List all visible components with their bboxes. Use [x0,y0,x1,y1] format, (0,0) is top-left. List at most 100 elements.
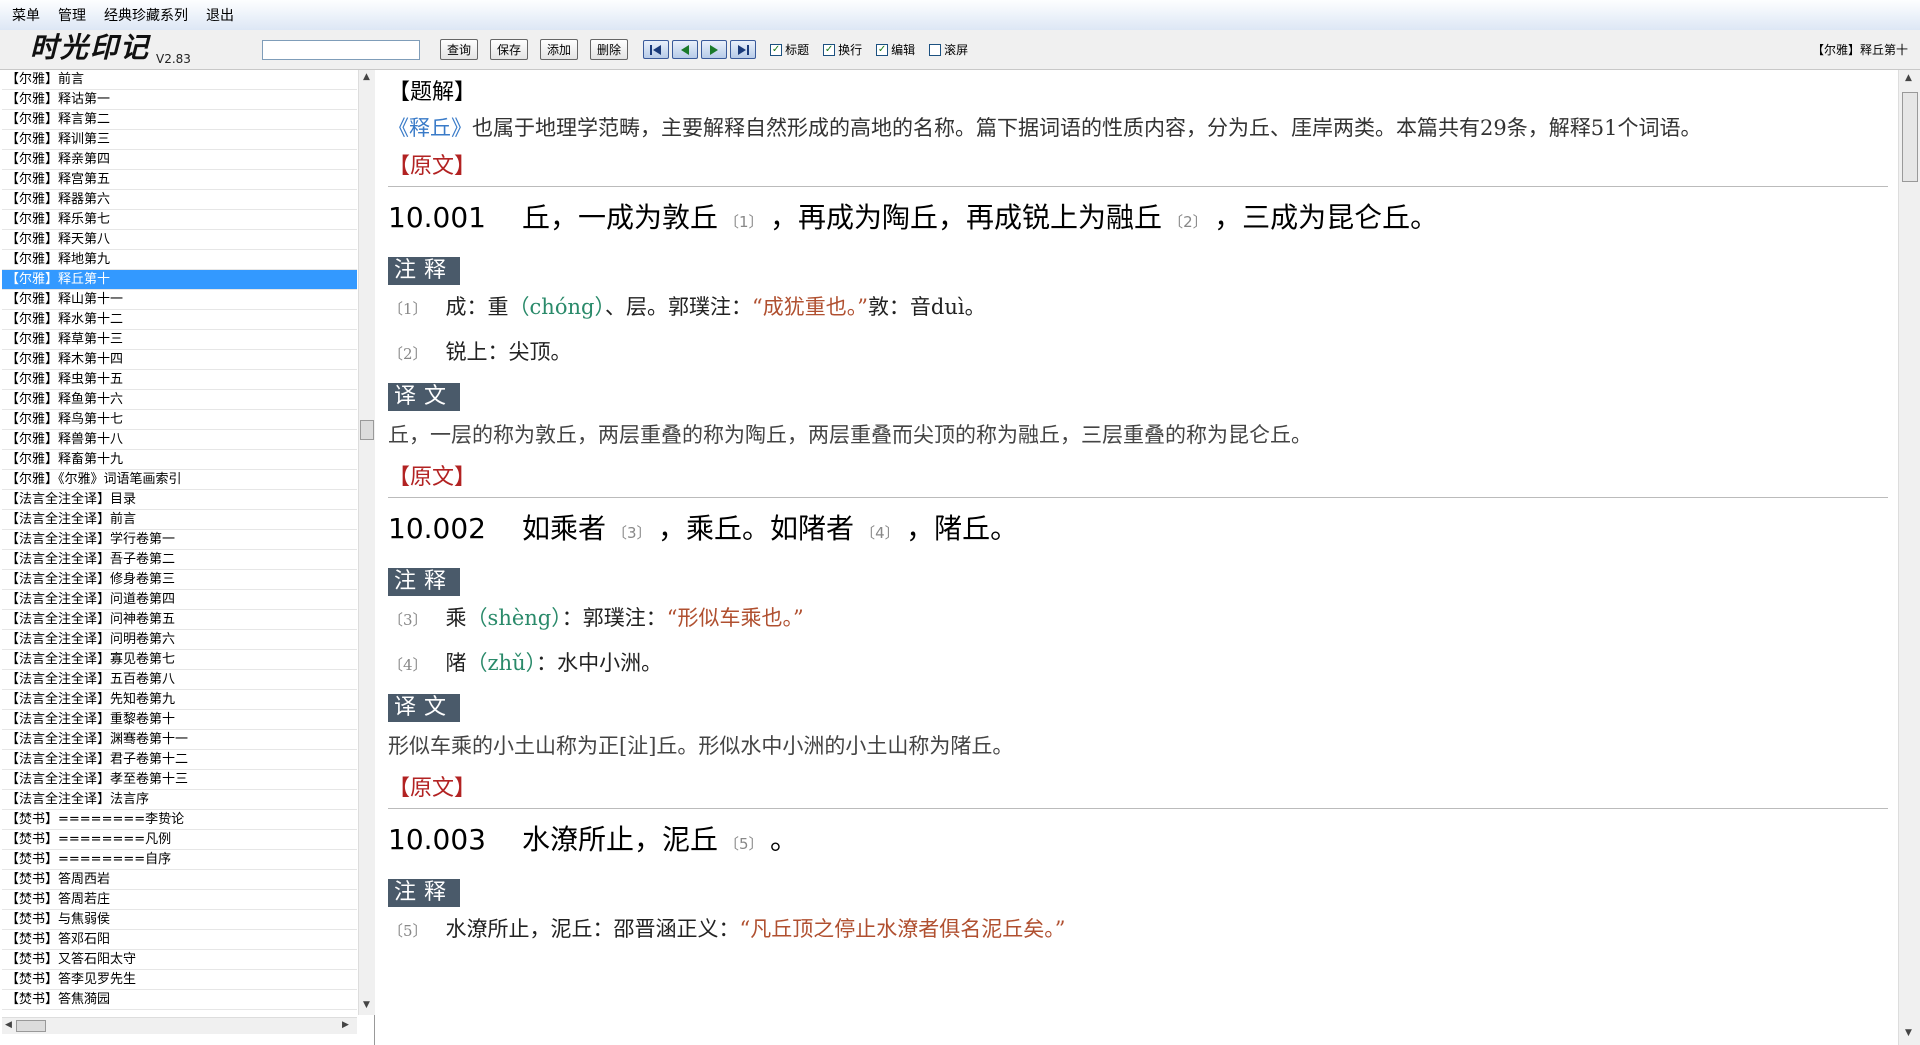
checkbox-wrap[interactable]: ✓ 换行 [823,41,862,58]
note-quote: “成犹重也。” [751,295,868,319]
chapter-list-item[interactable]: 【法言全注全译】渊骞卷第十一 [2,730,357,750]
chapter-list-item[interactable]: 【尔雅】释地第九 [2,250,357,270]
chapter-list-item[interactable]: 【尔雅】释兽第十八 [2,430,357,450]
checkbox-edit[interactable]: ✓ 编辑 [876,41,915,58]
chapter-list-item[interactable]: 【尔雅】释训第三 [2,130,357,150]
original-heading: 【原文】 [388,465,477,490]
chapter-list-item[interactable]: 【尔雅】释言第二 [2,110,357,130]
checkbox-title[interactable]: ✓ 标题 [770,41,809,58]
note-pinyin: （chóng） [508,295,605,319]
chapter-list-item[interactable]: 【法言全注全译】修身卷第三 [2,570,357,590]
chapter-list-item[interactable]: 【焚书】========李贽论 [2,810,357,830]
checkbox-title-label: 标题 [785,43,810,57]
chapter-list-item[interactable]: 【尔雅】释鱼第十六 [2,390,357,410]
original-heading: 【原文】 [388,776,477,801]
chapter-list-item[interactable]: 【法言全注全译】先知卷第九 [2,690,357,710]
chapter-list-item[interactable]: 【焚书】与焦弱侯 [2,910,357,930]
chapter-list-item[interactable]: 【尔雅】释亲第四 [2,150,357,170]
chapter-list-item[interactable]: 【法言全注全译】前言 [2,510,357,530]
checkbox-scroll[interactable]: 滚屏 [929,41,968,58]
chapter-list-item[interactable]: 【尔雅】释山第十一 [2,290,357,310]
chapter-list-item[interactable]: 【尔雅】释木第十四 [2,350,357,370]
chapter-list-item[interactable]: 【尔雅】释器第六 [2,190,357,210]
chapter-list-item[interactable]: 【尔雅】释虫第十五 [2,370,357,390]
chapter-list-item[interactable]: 【法言全注全译】五百卷第八 [2,670,357,690]
chapter-list-item[interactable]: 【尔雅】释畜第十九 [2,450,357,470]
save-button[interactable]: 保存 [490,39,529,60]
chapter-list-item[interactable]: 【法言全注全译】法言序 [2,790,357,810]
last-page-icon [738,44,750,55]
scroll-down-icon[interactable]: ▼ [363,1000,370,1010]
checkbox-wrap-box[interactable]: ✓ [823,43,836,56]
note-number: 〔2〕 [388,345,428,363]
chapter-list-item[interactable]: 【焚书】答焦漪园 [2,990,357,1010]
chapter-list-item[interactable]: 【法言全注全译】问道卷第四 [2,590,357,610]
translation-label: 译文 [388,694,461,722]
note-text: 乘 [445,606,467,630]
chapter-list-item[interactable]: 【尔雅】释水第十二 [2,310,357,330]
note-quote: “凡丘顶之停止水潦者俱名泥丘矣。” [739,917,1066,941]
content-scroll-down-icon[interactable]: ▼ [1905,1028,1912,1038]
chapter-list-item[interactable]: 【焚书】答周西岩 [2,870,357,890]
chapter-list-item[interactable]: 【法言全注全译】寡见卷第七 [2,650,357,670]
checkbox-edit-box[interactable]: ✓ [876,43,889,56]
intro-text: 《释丘》也属于地理学范畴，主要解释自然形成的高地的名称。篇下据词语的性质内容，分… [388,112,1888,144]
content-scroll-thumb[interactable] [1902,92,1918,182]
chapter-list-item[interactable]: 【尔雅】释丘第十 [2,270,357,290]
chapter-list-item[interactable]: 【法言全注全译】问神卷第五 [2,610,357,630]
chapter-list-item[interactable]: 【法言全注全译】目录 [2,490,357,510]
chapter-list-item[interactable]: 【焚书】答周若庄 [2,890,357,910]
chapter-list-item[interactable]: 【尔雅】释乐第七 [2,210,357,230]
menu-item-exit[interactable]: 退出 [200,3,240,27]
chapter-list-item[interactable]: 【焚书】========自序 [2,850,357,870]
sidebar-horizontal-scrollbar[interactable]: ◀ ▶ [2,1017,357,1034]
chapter-list-item[interactable]: 【法言全注全译】学行卷第一 [2,530,357,550]
first-page-button[interactable] [643,40,670,59]
translation-label: 译文 [388,383,461,411]
reading-pane[interactable]: 【题解】 《释丘》也属于地理学范畴，主要解释自然形成的高地的名称。篇下据词语的性… [378,70,1898,1045]
add-button[interactable]: 添加 [540,39,579,60]
chapter-list: 【尔雅】前言 【尔雅】释诂第一 【尔雅】释言第二 【尔雅】释训第三 【尔雅】释亲第四 【尔… [2,70,357,1015]
toolbar: 时光印记 V2.83 查询 保存 添加 删除 ✓ 标题 ✓ 换行 ✓ 编辑 滚屏… [0,30,1920,70]
content-scroll-up-icon[interactable]: ▲ [1905,73,1912,83]
chapter-list-item[interactable]: 【尔雅】释草第十三 [2,330,357,350]
sidebar-scroll-thumb[interactable] [360,420,374,440]
scroll-up-icon[interactable]: ▲ [363,72,370,82]
checkbox-edit-label: 编辑 [891,43,916,57]
chapter-list-item[interactable]: 【法言全注全译】吾子卷第二 [2,550,357,570]
chapter-list-item[interactable]: 【法言全注全译】问明卷第六 [2,630,357,650]
search-input[interactable] [262,39,420,60]
note-item: 〔5〕 水潦所止，泥丘：邵晋涵正义：“凡丘顶之停止水潦者俱名泥丘矣。” [388,907,1898,952]
delete-button[interactable]: 删除 [590,39,629,60]
sidebar-vertical-scrollbar[interactable]: ▲ ▼ [358,70,375,1015]
chapter-list-item[interactable]: 【法言全注全译】君子卷第十二 [2,750,357,770]
scroll-left-icon[interactable]: ◀ [5,1020,12,1030]
chapter-list-item[interactable]: 【尔雅】前言 [2,70,357,90]
next-page-button[interactable] [701,40,728,59]
query-button[interactable]: 查询 [440,39,479,60]
chapter-list-item[interactable]: 【尔雅】释鸟第十七 [2,410,357,430]
sidebar-hscroll-thumb[interactable] [16,1020,46,1032]
chapter-list-item[interactable]: 【尔雅】释诂第一 [2,90,357,110]
scroll-right-icon[interactable]: ▶ [342,1020,349,1030]
entries-container: 【原文】 10.001 丘，一成为敦丘 〔1〕 ，再成为陶丘，再成锐上为融丘 〔2〕 ，三成… [388,150,1898,952]
chapter-list-item[interactable]: 【法言全注全译】重黎卷第十 [2,710,357,730]
prev-page-button[interactable] [672,40,699,59]
chapter-list-item[interactable]: 【焚书】========凡例 [2,830,357,850]
menu-item-manage[interactable]: 管理 [52,3,92,27]
checkbox-title-box[interactable]: ✓ [770,43,783,56]
verse-number: 10.003 [388,823,486,856]
chapter-list-item[interactable]: 【焚书】又答石阳太守 [2,950,357,970]
last-page-button[interactable] [730,40,757,59]
chapter-list-item[interactable]: 【焚书】答邓石阳 [2,930,357,950]
chapter-list-item[interactable]: 【焚书】答李见罗先生 [2,970,357,990]
chapter-list-item[interactable]: 【法言全注全译】孝至卷第十三 [2,770,357,790]
chapter-list-item[interactable]: 【尔雅】释天第八 [2,230,357,250]
chapter-list-item[interactable]: 【尔雅】释宫第五 [2,170,357,190]
checkbox-scroll-box[interactable] [929,43,942,56]
logo-text: 时光印记 [30,30,151,64]
menu-item-classics[interactable]: 经典珍藏系列 [98,3,194,27]
menu-item-menu[interactable]: 菜单 [6,3,46,27]
content-vertical-scrollbar[interactable]: ▲ ▼ [1898,70,1920,1045]
chapter-list-item[interactable]: 【尔雅】《尔雅》词语笔画索引 [2,470,357,490]
